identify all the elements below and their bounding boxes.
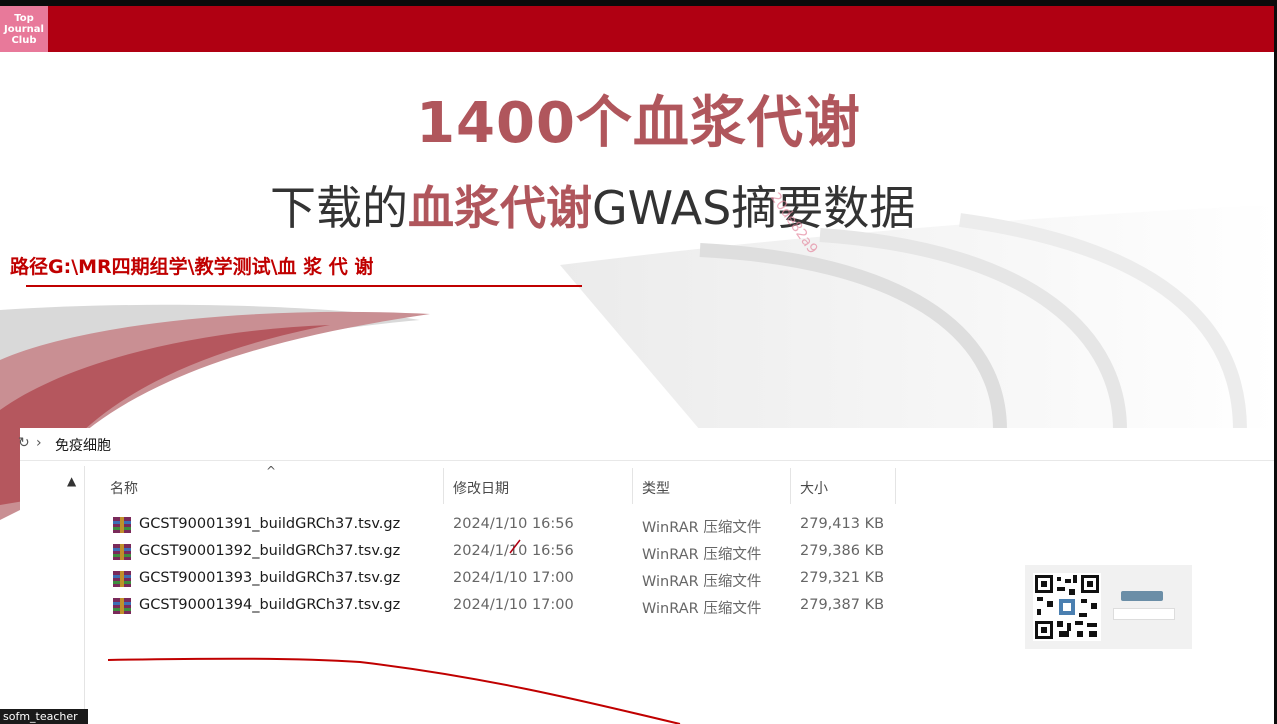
file-size: 279,387 KB [800, 597, 885, 613]
file-name: GCST90001393_buildGRCh37.tsv.gz [139, 570, 401, 586]
winrar-archive-icon [113, 517, 131, 533]
file-date: 2024/1/10 17:00 [453, 597, 574, 613]
file-date: 2024/1/10 16:56 [453, 543, 574, 559]
winrar-archive-icon [113, 544, 131, 560]
scroll-up-icon[interactable]: ▲ [67, 474, 76, 488]
qr-code-icon [1033, 573, 1101, 641]
header-bar [0, 6, 1277, 52]
file-type: WinRAR 压缩文件 [642, 547, 762, 563]
file-type: WinRAR 压缩文件 [642, 574, 762, 590]
column-header-date[interactable]: 修改日期 [453, 478, 509, 498]
brand-logo: Top Journal Club [0, 6, 48, 52]
column-divider[interactable] [443, 468, 444, 504]
subtitle-pre: 下载的 [270, 181, 408, 235]
column-divider[interactable] [895, 468, 896, 504]
qr-info-line [1113, 608, 1175, 620]
logo-line-3: Club [11, 34, 37, 46]
chevron-right-icon[interactable]: › [36, 435, 42, 451]
path-underline [26, 285, 582, 287]
file-row[interactable]: GCST90001391_buildGRCh37.tsv.gz 2024/1/1… [110, 513, 910, 539]
file-size: 279,413 KB [800, 516, 885, 532]
file-row[interactable]: GCST90001392_buildGRCh37.tsv.gz 2024/1/1… [110, 540, 910, 566]
sort-ascending-icon[interactable]: ^ [266, 464, 276, 478]
navigation-pane[interactable]: ▲ [60, 466, 85, 724]
logo-line-2: Journal [4, 23, 44, 35]
breadcrumb: ↻ › 免疫细胞 [18, 428, 1274, 461]
logo-line-1: Top [14, 12, 34, 24]
breadcrumb-item[interactable]: 免疫细胞 [55, 435, 111, 455]
winrar-archive-icon [113, 571, 131, 587]
column-header-size[interactable]: 大小 [800, 478, 828, 498]
file-date: 2024/1/10 16:56 [453, 516, 574, 532]
slide-subtitle: 下载的血浆代谢GWAS摘要数据 [270, 172, 915, 238]
winrar-archive-icon [113, 598, 131, 614]
qr-info-tag [1121, 591, 1163, 601]
column-divider[interactable] [790, 468, 791, 504]
column-divider[interactable] [632, 468, 633, 504]
qr-code-card [1025, 565, 1192, 649]
column-header-name[interactable]: 名称 [110, 478, 138, 498]
file-type: WinRAR 压缩文件 [642, 601, 762, 617]
column-header-type[interactable]: 类型 [642, 478, 670, 498]
subtitle-highlight: 血浆代谢 [408, 181, 592, 235]
file-date: 2024/1/10 17:00 [453, 570, 574, 586]
path-label: 路径G:\MR四期组学\教学测试\血 浆 代 谢 [10, 256, 374, 278]
file-size: 279,321 KB [800, 570, 885, 586]
file-name: GCST90001392_buildGRCh37.tsv.gz [139, 543, 401, 559]
file-name: GCST90001394_buildGRCh37.tsv.gz [139, 597, 401, 613]
file-type: WinRAR 压缩文件 [642, 520, 762, 536]
file-name: GCST90001391_buildGRCh37.tsv.gz [139, 516, 401, 532]
file-row[interactable]: GCST90001393_buildGRCh37.tsv.gz 2024/1/1… [110, 567, 910, 593]
refresh-icon[interactable]: ↻ [18, 435, 30, 451]
file-row[interactable]: GCST90001394_buildGRCh37.tsv.gz 2024/1/1… [110, 594, 910, 620]
qr-info-panel [1109, 587, 1179, 621]
file-size: 279,386 KB [800, 543, 885, 559]
subtitle-post: GWAS摘要数据 [592, 181, 916, 235]
slide-title: 1400个血浆代谢 [416, 91, 861, 156]
user-label: sofm_teacher [0, 709, 88, 724]
